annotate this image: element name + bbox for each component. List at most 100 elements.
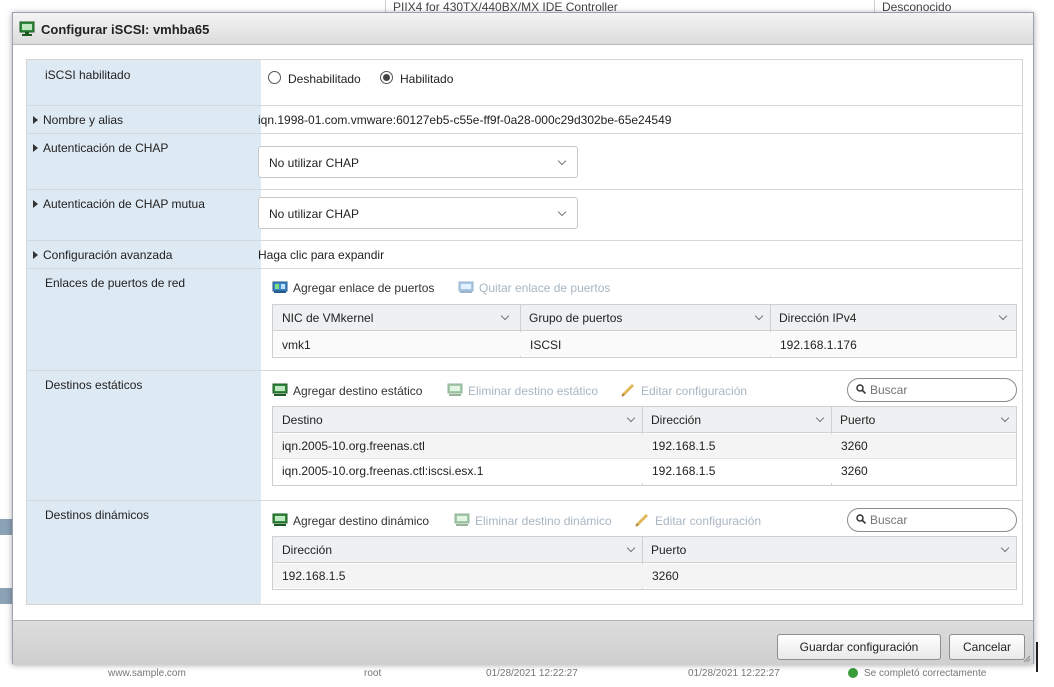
network-adapter-icon [19, 21, 35, 36]
edit-dynamic-target-button[interactable]: Editar configuración [655, 514, 761, 528]
resize-grip-icon[interactable] [1023, 655, 1031, 663]
col-header-port[interactable]: Puerto [831, 407, 1016, 433]
bg-cell: 01/28/2021 12:22:27 [688, 668, 780, 679]
dialog-content: iSCSI habilitado Deshabilitado Habilitad… [26, 59, 1023, 605]
chevron-down-icon [557, 156, 567, 166]
pencil-icon [621, 383, 635, 397]
target-remove-icon [447, 383, 463, 396]
target-remove-icon [454, 513, 470, 526]
dialog-footer: Guardar configuración Cancelar [13, 620, 1033, 665]
row-advanced[interactable]: Configuración avanzada Haga clic para ex… [27, 241, 1022, 269]
row-label: Enlaces de puertos de red [45, 276, 186, 290]
row-label[interactable]: Autenticación de CHAP mutua [33, 197, 205, 211]
radio-disabled[interactable] [268, 71, 281, 84]
bg-edge [0, 588, 12, 604]
col-header-address[interactable]: Dirección [642, 407, 831, 433]
chap-select-value: No utilizar CHAP [269, 156, 360, 170]
row-label: Destinos estáticos [45, 378, 143, 392]
bg-cell: 01/28/2021 12:22:27 [486, 668, 578, 679]
row-label[interactable]: Autenticación de CHAP [33, 141, 168, 155]
static-search-input[interactable] [870, 382, 1010, 398]
col-header-address[interactable]: Dirección [273, 537, 642, 563]
cancel-button[interactable]: Cancelar [949, 634, 1025, 660]
row-name-alias[interactable]: Nombre y alias iqn.1998-01.com.vmware:60… [27, 106, 1022, 134]
row-label: Nombre y alias [33, 113, 123, 127]
cell-target: iqn.2005-10.org.freenas.ctl:iscsi.esx.1 [282, 464, 484, 478]
chevron-down-icon [754, 311, 764, 321]
port-bindings-table: NIC de VMkernel Grupo de puertos Direcci… [272, 304, 1017, 358]
row-port-bindings: Enlaces de puertos de red Agregar enlace… [27, 269, 1022, 371]
bg-cell: www.sample.com [108, 668, 186, 679]
row-label: iSCSI habilitado [45, 68, 131, 82]
remove-dynamic-target-button[interactable]: Eliminar destino dinámico [475, 514, 612, 528]
chevron-down-icon [626, 543, 636, 553]
row-label: Configuración avanzada [33, 248, 172, 262]
dialog-title: Configurar iSCSI: vmhba65 [41, 22, 210, 37]
col-header-port[interactable]: Puerto [642, 537, 1016, 563]
target-add-icon [272, 513, 288, 526]
dynamic-search-box[interactable] [847, 508, 1017, 532]
cell-port: 3260 [652, 569, 679, 583]
cell-vmkernel-nic: vmk1 [282, 338, 311, 352]
bg-cell: root [364, 668, 382, 679]
save-configuration-button[interactable]: Guardar configuración [777, 634, 941, 660]
remove-port-binding-button[interactable]: Quitar enlace de puertos [479, 281, 610, 295]
add-static-target-button[interactable]: Agregar destino estático [293, 384, 422, 398]
static-search-box[interactable] [847, 378, 1017, 402]
col-header-ipv4[interactable]: Dirección IPv4 [770, 305, 1016, 331]
table-row[interactable] [273, 332, 1016, 356]
expand-arrow-icon [33, 200, 38, 208]
col-header-port-group[interactable]: Grupo de puertos [520, 305, 770, 331]
add-dynamic-target-button[interactable]: Agregar destino dinámico [293, 514, 429, 528]
cell-port: 3260 [841, 464, 868, 478]
cell-address: 192.168.1.5 [652, 439, 716, 453]
chevron-down-icon [815, 413, 825, 423]
row-iscsi-enabled: iSCSI habilitado Deshabilitado Habilitad… [27, 60, 1022, 106]
radio-label-disabled: Deshabilitado [288, 72, 361, 86]
row-dynamic-targets: Destinos dinámicos Agregar destino dinám… [27, 501, 1022, 605]
mutual-chap-select-value: No utilizar CHAP [269, 207, 360, 221]
cell-port: 3260 [841, 439, 868, 453]
cell-ipv4: 192.168.1.176 [780, 338, 857, 352]
nic-add-icon [272, 281, 288, 293]
edit-static-target-button[interactable]: Editar configuración [641, 384, 747, 398]
dynamic-search-input[interactable] [870, 512, 1010, 528]
search-icon [856, 514, 866, 524]
radio-enabled[interactable] [380, 71, 393, 84]
mutual-chap-select[interactable]: No utilizar CHAP [258, 197, 578, 229]
search-icon [856, 384, 866, 394]
row-chap: Autenticación de CHAP No utilizar CHAP [27, 134, 1022, 190]
add-port-binding-button[interactable]: Agregar enlace de puertos [293, 281, 434, 295]
cell-address: 192.168.1.5 [282, 569, 346, 583]
expand-arrow-icon [33, 144, 38, 152]
col-header-target[interactable]: Destino [273, 407, 642, 433]
chevron-down-icon [998, 311, 1008, 321]
advanced-hint: Haga clic para expandir [258, 248, 385, 262]
cell-port-group: ISCSI [530, 338, 562, 352]
cell-address: 192.168.1.5 [652, 464, 716, 478]
row-label: Destinos dinámicos [45, 508, 150, 522]
chevron-down-icon [626, 413, 636, 423]
row-mutual-chap: Autenticación de CHAP mutua No utilizar … [27, 190, 1022, 241]
row-static-targets: Destinos estáticos Agregar destino estát… [27, 371, 1022, 501]
expand-arrow-icon [33, 251, 38, 259]
iqn-value: iqn.1998-01.com.vmware:60127eb5-c55e-ff9… [258, 113, 672, 127]
pencil-icon [635, 513, 649, 527]
radio-label-enabled: Habilitado [400, 72, 454, 86]
col-header-vmkernel-nic[interactable]: NIC de VMkernel [273, 305, 520, 331]
chevron-down-icon [1000, 413, 1010, 423]
chap-select[interactable]: No utilizar CHAP [258, 146, 578, 178]
chevron-down-icon [500, 311, 510, 321]
table-row[interactable] [273, 564, 1016, 588]
dialog-title-bar[interactable]: Configurar iSCSI: vmhba65 [13, 13, 1033, 45]
static-targets-table: Destino Dirección Puerto iqn.2005-10.org… [272, 406, 1017, 486]
configure-iscsi-dialog: Configurar iSCSI: vmhba65 iSCSI habilita… [12, 12, 1034, 665]
target-add-icon [272, 383, 288, 396]
dynamic-targets-table: Dirección Puerto 192.168.1.5 3260 [272, 536, 1017, 590]
success-icon [848, 668, 858, 678]
chevron-down-icon [557, 207, 567, 217]
expand-arrow-icon [33, 116, 38, 124]
remove-static-target-button[interactable]: Eliminar destino estático [468, 384, 598, 398]
chevron-down-icon [1000, 543, 1010, 553]
cell-target: iqn.2005-10.org.freenas.ctl [282, 439, 425, 453]
